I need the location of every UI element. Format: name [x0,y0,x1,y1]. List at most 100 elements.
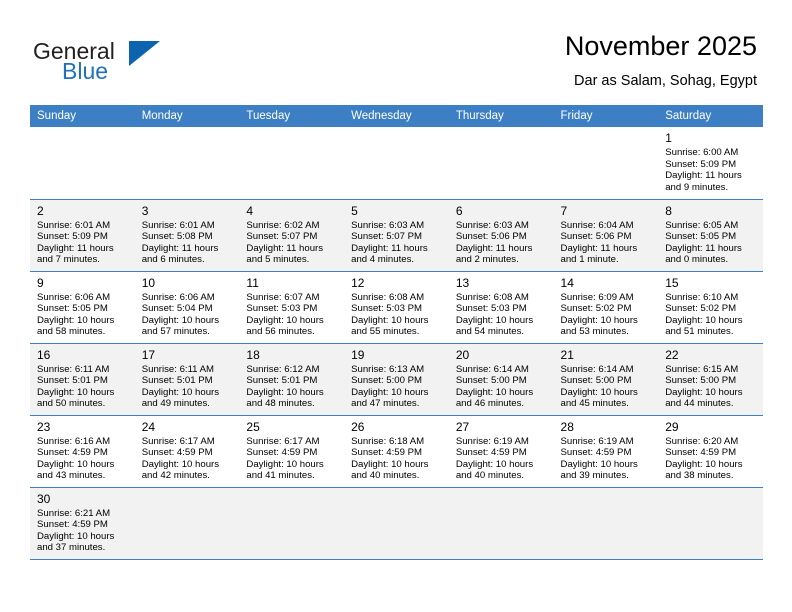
week-row: 2 Sunrise: 6:01 AM Sunset: 5:09 PM Daylig… [30,199,763,272]
day-cell[interactable] [344,487,449,560]
day-cell[interactable] [344,127,449,200]
day-detail: Sunrise: 6:03 AM Sunset: 5:07 PM Dayligh… [351,219,428,266]
day-cell[interactable] [448,487,554,560]
day-detail: Sunrise: 6:18 AM Sunset: 4:59 PM Dayligh… [351,435,429,482]
day-cell[interactable]: 16 Sunrise: 6:11 AM Sunset: 5:01 PM Dayli… [30,343,135,416]
day-detail: Sunrise: 6:12 AM Sunset: 5:01 PM Dayligh… [246,363,324,410]
weekday-header-friday: Friday [553,105,659,127]
day-detail: Sunrise: 6:04 AM Sunset: 5:06 PM Dayligh… [560,219,638,266]
day-detail: Sunrise: 6:06 AM Sunset: 5:05 PM Dayligh… [37,291,115,338]
day-number: 15 [665,275,679,290]
day-cell[interactable]: 26 Sunrise: 6:18 AM Sunset: 4:59 PM Dayli… [344,415,449,488]
day-cell[interactable]: 10 Sunrise: 6:06 AM Sunset: 5:04 PM Dayli… [134,271,240,344]
weekday-header-tuesday: Tuesday [239,105,345,127]
day-cell[interactable]: 25 Sunrise: 6:17 AM Sunset: 4:59 PM Dayli… [239,415,345,488]
day-cell[interactable]: 20 Sunrise: 6:14 AM Sunset: 5:00 PM Dayli… [448,343,554,416]
day-cell[interactable]: 21 Sunrise: 6:14 AM Sunset: 5:00 PM Dayli… [553,343,659,416]
day-detail: Sunrise: 6:10 AM Sunset: 5:02 PM Dayligh… [665,291,743,338]
calendar-grid: Sunday Monday Tuesday Wednesday Thursday… [30,105,763,560]
day-cell[interactable]: 29 Sunrise: 6:20 AM Sunset: 4:59 PM Dayli… [658,415,763,488]
day-cell[interactable]: 11 Sunrise: 6:07 AM Sunset: 5:03 PM Dayli… [239,271,345,344]
day-cell[interactable]: 1 Sunrise: 6:00 AM Sunset: 5:09 PM Daylig… [658,127,763,200]
day-number: 23 [37,419,51,434]
day-cell[interactable] [448,127,554,200]
day-detail: Sunrise: 6:03 AM Sunset: 5:06 PM Dayligh… [455,219,533,266]
day-cell[interactable]: 19 Sunrise: 6:13 AM Sunset: 5:00 PM Dayli… [344,343,449,416]
day-cell[interactable] [134,127,240,200]
day-number: 3 [141,203,149,218]
day-detail: Sunrise: 6:02 AM Sunset: 5:07 PM Dayligh… [246,219,324,266]
day-number: 14 [560,275,574,290]
day-number: 19 [351,347,365,362]
day-detail: Sunrise: 6:16 AM Sunset: 4:59 PM Dayligh… [37,435,115,482]
day-cell[interactable]: 3 Sunrise: 6:01 AM Sunset: 5:08 PM Daylig… [134,199,240,272]
day-number: 24 [141,419,156,434]
weekday-header-sunday: Sunday [30,105,135,127]
day-cell[interactable]: 9 Sunrise: 6:06 AM Sunset: 5:05 PM Daylig… [30,271,135,344]
week-row: 30 Sunrise: 6:21 AM Sunset: 4:59 PM Dayli… [30,487,763,560]
day-cell[interactable]: 7 Sunrise: 6:04 AM Sunset: 5:06 PM Daylig… [553,199,659,272]
day-cell[interactable]: 6 Sunrise: 6:03 AM Sunset: 5:06 PM Daylig… [448,199,554,272]
title-block: November 2025 Dar as Salam, Sohag, Egypt [565,30,757,92]
calendar-body: 1 Sunrise: 6:00 AM Sunset: 5:09 PM Daylig… [30,127,763,560]
day-detail: Sunrise: 6:13 AM Sunset: 5:00 PM Dayligh… [351,363,429,410]
day-detail: Sunrise: 6:19 AM Sunset: 4:59 PM Dayligh… [455,435,534,482]
day-number: 27 [455,419,470,434]
day-cell[interactable] [553,487,659,560]
day-cell[interactable] [658,487,763,560]
day-cell[interactable] [239,127,345,200]
day-cell[interactable]: 18 Sunrise: 6:12 AM Sunset: 5:01 PM Dayli… [239,343,345,416]
day-number: 16 [37,347,51,362]
day-detail: Sunrise: 6:00 AM Sunset: 5:09 PM Dayligh… [665,147,742,193]
day-cell[interactable] [553,127,659,200]
day-number: 6 [455,203,463,218]
day-number: 11 [246,275,259,290]
day-detail: Sunrise: 6:09 AM Sunset: 5:02 PM Dayligh… [560,291,638,338]
day-number: 17 [141,347,156,362]
day-cell[interactable]: 28 Sunrise: 6:19 AM Sunset: 4:59 PM Dayli… [553,415,659,488]
weekday-header-row: Sunday Monday Tuesday Wednesday Thursday… [30,105,763,127]
day-cell[interactable]: 15 Sunrise: 6:10 AM Sunset: 5:02 PM Dayli… [658,271,763,344]
day-number: 5 [351,203,358,218]
day-cell[interactable]: 14 Sunrise: 6:09 AM Sunset: 5:02 PM Dayli… [553,271,659,344]
day-cell[interactable]: 5 Sunrise: 6:03 AM Sunset: 5:07 PM Daylig… [344,199,449,272]
weekday-header-saturday: Saturday [658,105,763,127]
day-number: 7 [560,203,568,218]
general-blue-logo[interactable]: General Blue [33,38,183,88]
day-detail: Sunrise: 6:14 AM Sunset: 5:00 PM Dayligh… [560,363,638,410]
page-header: General Blue November 2025 Dar as Salam,… [0,0,792,105]
day-cell[interactable]: 30 Sunrise: 6:21 AM Sunset: 4:59 PM Dayli… [30,487,135,560]
day-number: 21 [560,347,574,362]
day-cell[interactable]: 24 Sunrise: 6:17 AM Sunset: 4:59 PM Dayli… [134,415,240,488]
day-cell[interactable]: 12 Sunrise: 6:08 AM Sunset: 5:03 PM Dayli… [344,271,449,344]
day-cell[interactable] [134,487,240,560]
day-detail: Sunrise: 6:21 AM Sunset: 4:59 PM Dayligh… [37,507,115,554]
day-cell[interactable]: 23 Sunrise: 6:16 AM Sunset: 4:59 PM Dayli… [30,415,135,488]
day-cell[interactable] [239,487,345,560]
day-cell[interactable]: 17 Sunrise: 6:11 AM Sunset: 5:01 PM Dayli… [134,343,240,416]
week-row: 1 Sunrise: 6:00 AM Sunset: 5:09 PM Daylig… [30,127,763,200]
day-number: 4 [246,203,254,218]
day-number: 28 [560,419,574,434]
location-subtitle: Dar as Salam, Sohag, Egypt [574,73,757,89]
day-cell[interactable]: 13 Sunrise: 6:08 AM Sunset: 5:03 PM Dayli… [448,271,554,344]
day-cell[interactable]: 4 Sunrise: 6:02 AM Sunset: 5:07 PM Daylig… [239,199,345,272]
day-detail: Sunrise: 6:01 AM Sunset: 5:08 PM Dayligh… [141,219,219,266]
day-number: 18 [246,347,260,362]
day-number: 2 [37,203,44,218]
week-row: 16 Sunrise: 6:11 AM Sunset: 5:01 PM Dayli… [30,343,763,416]
day-cell[interactable] [30,127,135,200]
day-number: 29 [665,419,679,434]
day-detail: Sunrise: 6:07 AM Sunset: 5:03 PM Dayligh… [246,291,324,338]
day-detail: Sunrise: 6:01 AM Sunset: 5:09 PM Dayligh… [37,219,114,266]
day-detail: Sunrise: 6:11 AM Sunset: 5:01 PM Dayligh… [141,363,220,410]
day-cell[interactable]: 2 Sunrise: 6:01 AM Sunset: 5:09 PM Daylig… [30,199,135,272]
day-number: 26 [351,419,365,434]
page-title: November 2025 [564,31,757,61]
week-row: 23 Sunrise: 6:16 AM Sunset: 4:59 PM Dayli… [30,415,763,488]
day-cell[interactable]: 8 Sunrise: 6:05 AM Sunset: 5:05 PM Daylig… [658,199,763,272]
triangle-icon [129,41,160,66]
day-number: 10 [141,275,156,290]
day-cell[interactable]: 22 Sunrise: 6:15 AM Sunset: 5:00 PM Dayli… [658,343,763,416]
day-cell[interactable]: 27 Sunrise: 6:19 AM Sunset: 4:59 PM Dayli… [448,415,554,488]
